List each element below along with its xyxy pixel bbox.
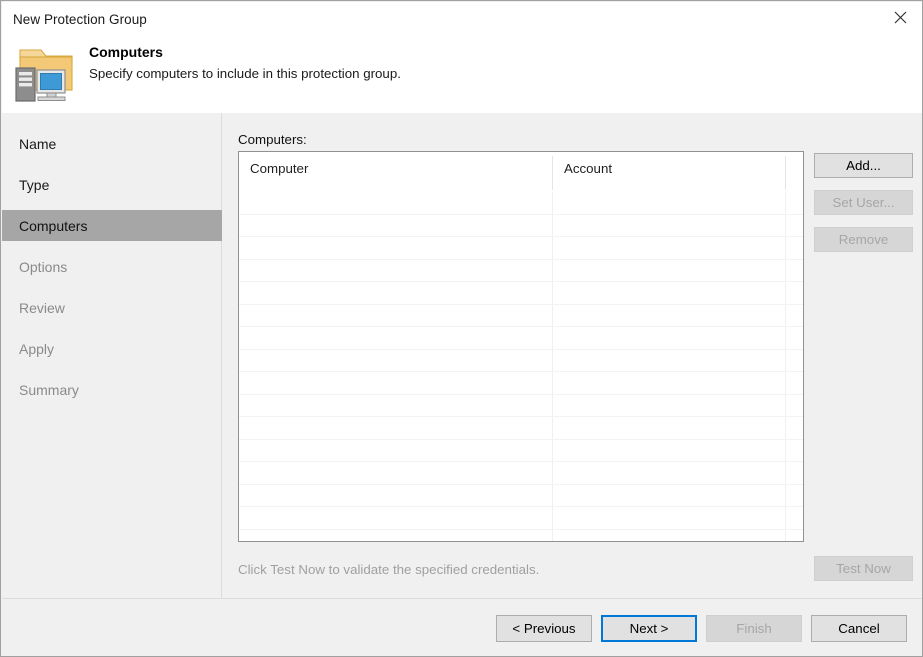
finish-button[interactable]: Finish bbox=[706, 615, 802, 642]
sidebar-item-name[interactable]: Name bbox=[2, 128, 222, 159]
credentials-hint-text: Click Test Now to validate the specified… bbox=[238, 562, 540, 577]
column-divider bbox=[785, 156, 786, 190]
dialog-footer: < Previous Next > Finish Cancel bbox=[2, 598, 922, 656]
table-row[interactable] bbox=[239, 327, 803, 350]
sidebar-item-apply[interactable]: Apply bbox=[2, 333, 222, 364]
title-bar: New Protection Group Computers Specify c… bbox=[2, 2, 922, 113]
grid-rows-container bbox=[239, 192, 803, 541]
sidebar-item-label: Summary bbox=[19, 381, 79, 398]
cancel-button[interactable]: Cancel bbox=[811, 615, 907, 642]
table-row[interactable] bbox=[239, 440, 803, 462]
sidebar-item-label: Type bbox=[19, 176, 50, 193]
window-title: New Protection Group bbox=[13, 12, 147, 27]
sidebar-item-label: Review bbox=[19, 299, 65, 316]
table-row[interactable] bbox=[239, 305, 803, 327]
table-row[interactable] bbox=[239, 462, 803, 485]
table-row[interactable] bbox=[239, 350, 803, 372]
column-header-extra[interactable] bbox=[786, 152, 803, 192]
sidebar-item-review[interactable]: Review bbox=[2, 292, 222, 323]
wizard-step-sidebar: Name Type Computers Options Review Apply… bbox=[2, 113, 222, 598]
sidebar-item-type[interactable]: Type bbox=[2, 169, 222, 200]
table-row[interactable] bbox=[239, 507, 803, 530]
dialog-body: Name Type Computers Options Review Apply… bbox=[2, 113, 922, 598]
computers-grid[interactable]: Computer Account bbox=[238, 151, 804, 542]
table-row[interactable] bbox=[239, 417, 803, 440]
table-row[interactable] bbox=[239, 192, 803, 215]
main-panel: Computers: Computer Account Add... Set U… bbox=[223, 113, 922, 598]
add-button[interactable]: Add... bbox=[814, 153, 913, 178]
table-row[interactable] bbox=[239, 237, 803, 260]
sidebar-item-label: Apply bbox=[19, 340, 55, 357]
page-title: Computers bbox=[89, 44, 163, 60]
sidebar-item-label: Name bbox=[19, 135, 57, 152]
table-row[interactable] bbox=[239, 395, 803, 417]
test-now-button[interactable]: Test Now bbox=[814, 556, 913, 581]
computers-list-label: Computers: bbox=[238, 132, 307, 147]
sidebar-item-label: Computers bbox=[19, 217, 88, 234]
page-subtitle: Specify computers to include in this pro… bbox=[89, 66, 401, 81]
table-row[interactable] bbox=[239, 485, 803, 507]
column-divider bbox=[552, 156, 553, 190]
sidebar-item-computers[interactable]: Computers bbox=[2, 210, 222, 241]
column-header-computer[interactable]: Computer bbox=[239, 152, 552, 192]
remove-button[interactable]: Remove bbox=[814, 227, 913, 252]
next-button[interactable]: Next > bbox=[601, 615, 697, 642]
set-user-button[interactable]: Set User... bbox=[814, 190, 913, 215]
previous-button[interactable]: < Previous bbox=[496, 615, 592, 642]
sidebar-item-options[interactable]: Options bbox=[2, 251, 222, 282]
grid-header-row: Computer Account bbox=[239, 152, 803, 192]
table-row[interactable] bbox=[239, 260, 803, 282]
close-icon[interactable] bbox=[877, 2, 922, 32]
sidebar-item-label: Options bbox=[19, 258, 68, 275]
protection-group-folder-computer-icon bbox=[10, 44, 78, 106]
table-row[interactable] bbox=[239, 372, 803, 395]
new-protection-group-dialog: New Protection Group Computers Specify c… bbox=[0, 0, 923, 657]
table-row[interactable] bbox=[239, 215, 803, 237]
column-header-account[interactable]: Account bbox=[553, 152, 785, 192]
sidebar-item-summary[interactable]: Summary bbox=[2, 374, 222, 405]
table-row[interactable] bbox=[239, 530, 803, 542]
table-row[interactable] bbox=[239, 282, 803, 305]
